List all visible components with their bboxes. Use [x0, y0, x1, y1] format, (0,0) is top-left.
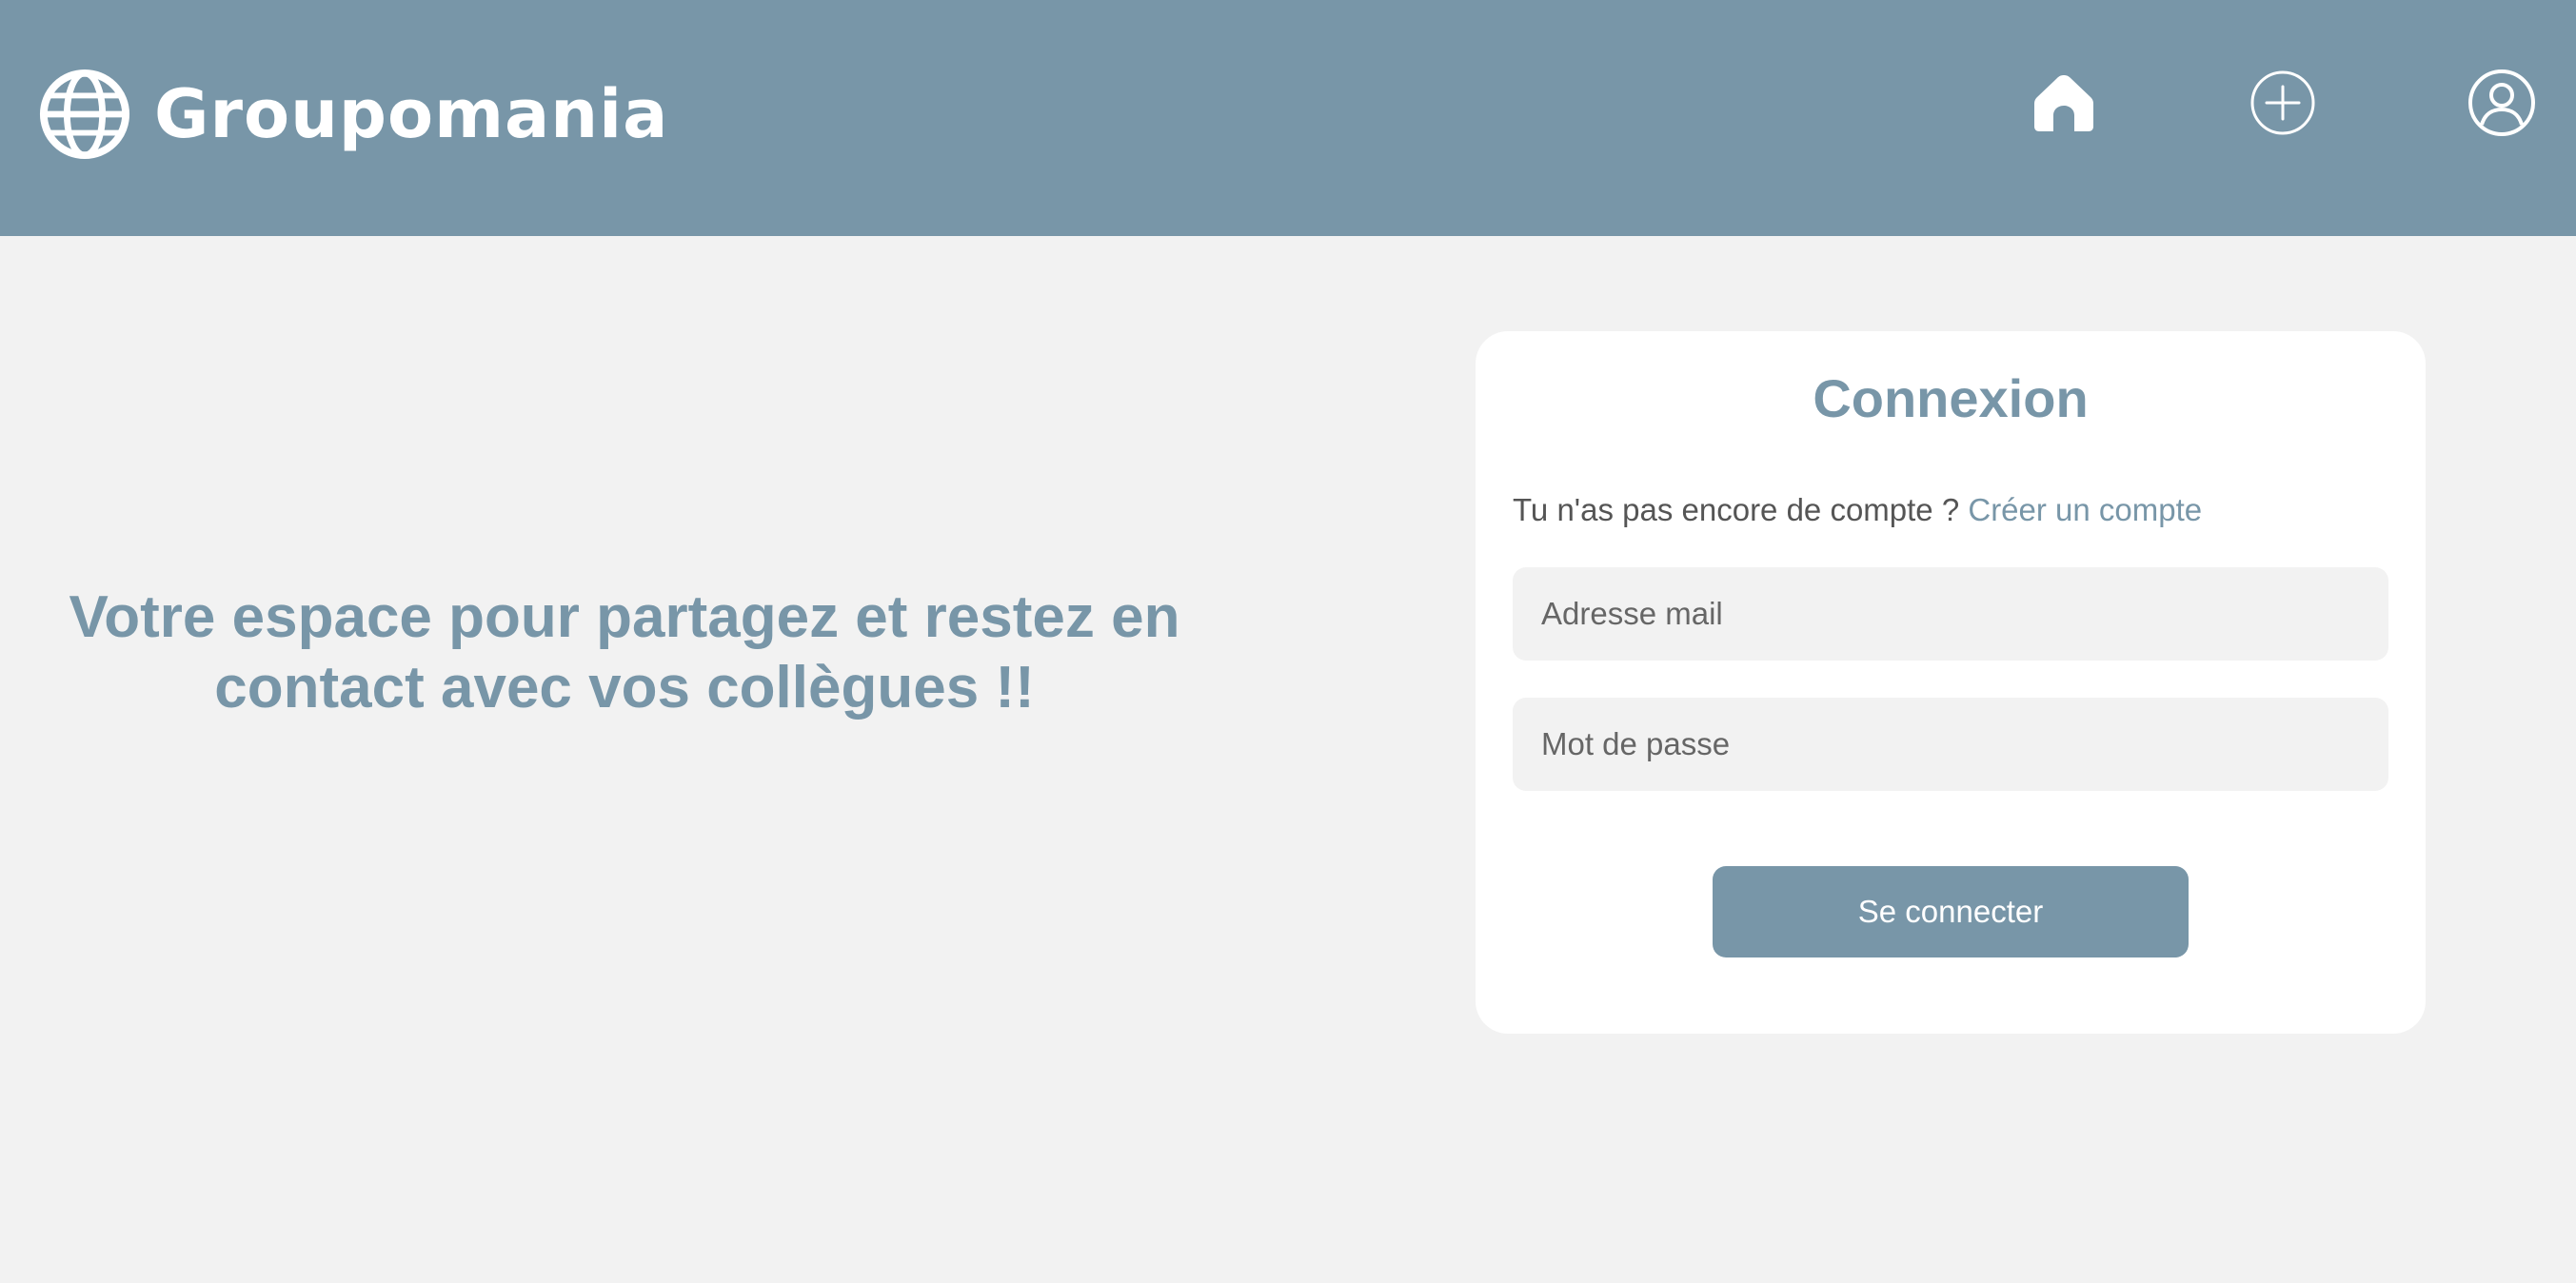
nav-profile-button[interactable]: [2466, 67, 2538, 139]
user-circle-icon: [2468, 69, 2535, 136]
hero-tagline-line2: contact avec vos collègues !!: [214, 655, 1035, 720]
home-icon: [2034, 75, 2093, 131]
plus-circle-icon: [2250, 70, 2315, 135]
hero-tagline: Votre espace pour partagez et restez en …: [38, 582, 1211, 723]
signup-prompt: Tu n'as pas encore de compte ? Créer un …: [1513, 491, 2202, 529]
brand-logo-link[interactable]: Groupomania: [38, 67, 668, 162]
globe-icon: [39, 69, 130, 160]
create-account-link[interactable]: Créer un compte: [1968, 492, 2202, 527]
nav-home-button[interactable]: [2028, 67, 2100, 139]
hero-tagline-line1: Votre espace pour partagez et restez en: [69, 584, 1180, 650]
login-submit-button[interactable]: Se connecter: [1713, 866, 2189, 957]
brand-name: Groupomania: [154, 75, 669, 153]
email-field[interactable]: [1513, 567, 2388, 661]
login-card: Connexion Tu n'as pas encore de compte ?…: [1476, 331, 2426, 1034]
password-field[interactable]: [1513, 698, 2388, 791]
signup-prompt-text: Tu n'as pas encore de compte ?: [1513, 492, 1960, 527]
top-header: Groupomania: [0, 0, 2576, 236]
login-title: Connexion: [1813, 368, 2089, 428]
nav-add-post-button[interactable]: [2247, 67, 2319, 139]
